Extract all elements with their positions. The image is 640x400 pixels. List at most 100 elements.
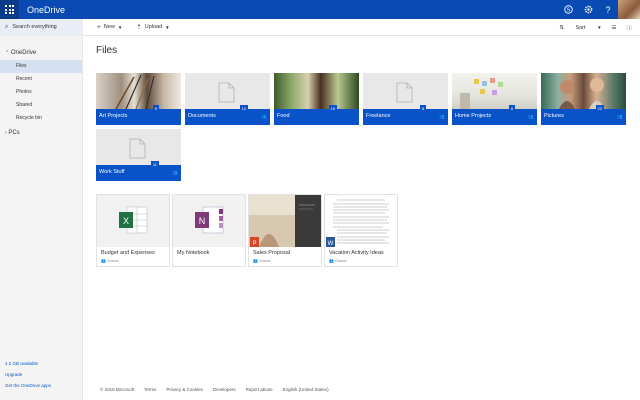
item-count-badge: 22 (595, 105, 604, 112)
developers-link[interactable]: Developers (213, 387, 236, 392)
svg-text:N: N (199, 216, 206, 226)
sidebar: ⌃ OneDrive Files Recent Photos Shared Re… (0, 36, 83, 400)
help-icon[interactable]: ? (598, 0, 618, 19)
chevron-down-icon: ▼ (165, 24, 170, 30)
item-count-badge: 8 (508, 105, 515, 112)
file-name: My Notebook (177, 250, 210, 256)
page-title: Files (96, 45, 118, 56)
folder-name: Freelance (366, 113, 391, 119)
sidebar-item-recycle-bin[interactable]: Recycle bin (0, 112, 82, 125)
folder-tile-art-projects[interactable]: 9 Art Projects (96, 73, 181, 125)
folder-tile-work-stuff[interactable]: 11 Work Stuff 👥 (96, 129, 181, 181)
language-link[interactable]: English (United States) (283, 387, 329, 392)
avatar[interactable] (618, 0, 640, 19)
onenote-icon: N (195, 206, 224, 234)
file-tile-my-notebook[interactable]: N My Notebook (172, 194, 246, 267)
upload-button[interactable]: ⇡ Upload ▼ (136, 23, 169, 31)
main-content: Files 9 Art Projects 10 Documents 👥 16 F… (84, 36, 640, 400)
people-icon: 👥 (101, 258, 106, 263)
search-icon: ⌕ (5, 23, 9, 30)
file-owner: 👥 Owner (249, 256, 321, 263)
sidebar-item-pcs[interactable]: › PCs (0, 125, 82, 136)
folder-tile-freelance[interactable]: 5 Freelance 👥 (363, 73, 448, 125)
sidebar-heading[interactable]: ⌃ OneDrive (0, 36, 82, 56)
folder-placeholder-icon (218, 82, 235, 103)
sort-label: Sort (575, 24, 586, 31)
file-owner: 👥 Owner (325, 256, 397, 263)
folder-name: Work Stuff (99, 169, 125, 175)
folder-tile-documents[interactable]: 10 Documents 👥 (185, 73, 270, 125)
copyright-text: © 2016 Microsoft (100, 387, 135, 392)
file-name: Sales Proposal (253, 250, 290, 256)
powerpoint-icon: P (250, 237, 259, 247)
sidebar-item-shared[interactable]: Shared (0, 99, 82, 112)
folder-tile-pictures[interactable]: 22 Pictures 👥 (541, 73, 626, 125)
report-abuse-link[interactable]: Report abuse (246, 387, 273, 392)
sidebar-item-photos[interactable]: Photos (0, 86, 82, 99)
sidebar-item-recent[interactable]: Recent (0, 73, 82, 86)
top-bar: OneDrive S ? (0, 0, 640, 19)
search-placeholder: Search everything (12, 24, 57, 30)
folder-name: Food (277, 113, 290, 119)
upgrade-link[interactable]: Upgrade (5, 372, 51, 377)
shared-people-icon: 👥 (172, 170, 178, 175)
folder-placeholder-icon (396, 82, 413, 103)
app-launcher-icon[interactable] (0, 0, 19, 19)
sidebar-heading-label: OneDrive (10, 50, 37, 56)
folder-name: Home Projects (455, 113, 492, 119)
get-apps-link[interactable]: Get the OneDrive apps (5, 383, 51, 388)
folder-tile-food[interactable]: 16 Food (274, 73, 359, 125)
upload-arrow-icon: ⇡ (136, 24, 142, 31)
skype-icon[interactable]: S (558, 0, 578, 19)
storage-available-link[interactable]: 4.2 GB available (5, 361, 51, 366)
folder-thumbnail (541, 73, 626, 109)
file-tile-sales-proposal[interactable]: P Sales Proposal 👥 Owner (248, 194, 322, 267)
sort-button[interactable]: ⇅ Sort ▼ (549, 25, 601, 31)
plus-icon: + (97, 23, 101, 31)
owner-label: Owner (259, 258, 271, 263)
svg-text:W: W (328, 241, 334, 247)
chevron-down-icon: ▼ (597, 24, 602, 30)
people-icon: 👥 (329, 258, 334, 263)
word-icon: W (326, 237, 335, 247)
excel-icon: X (119, 206, 148, 234)
sidebar-item-files[interactable]: Files (0, 60, 82, 73)
pcs-label: PCs (8, 130, 20, 136)
file-thumbnail: W (325, 195, 397, 247)
privacy-link[interactable]: Privacy & Cookies (166, 387, 203, 392)
settings-gear-icon[interactable] (578, 0, 598, 19)
folder-name: Pictures (544, 113, 564, 119)
item-count-badge: 5 (419, 105, 426, 112)
new-label: New (103, 24, 115, 30)
file-name: Budget and Expenses (101, 250, 155, 256)
info-icon[interactable]: ⓘ (626, 24, 632, 32)
file-thumbnail: X (97, 195, 169, 247)
collapse-chevron-icon: ⌃ (5, 50, 10, 56)
search-input[interactable]: ⌕ Search everything (0, 18, 83, 36)
app-title[interactable]: OneDrive (27, 5, 65, 15)
file-tile-budget-and-expenses[interactable]: X Budget and Expenses 👥 Owner (96, 194, 170, 267)
footer: © 2016 Microsoft Terms Privacy & Cookies… (100, 387, 339, 392)
folder-tile-home-projects[interactable]: 8 Home Projects 👥 (452, 73, 537, 125)
shared-people-icon: 👥 (261, 114, 267, 119)
folder-thumbnail (96, 73, 181, 110)
list-view-icon[interactable]: ☰ (612, 25, 617, 31)
folder-thumbnail (274, 73, 359, 109)
expand-chevron-icon: › (5, 130, 7, 136)
new-button[interactable]: + New ▼ (97, 24, 122, 31)
file-tile-vacation-activity-ideas[interactable]: W Vacation Activity Ideas 👥 Owner (324, 194, 398, 267)
folder-name: Documents (188, 113, 216, 119)
folder-placeholder-icon (129, 138, 146, 159)
upload-label: Upload (144, 24, 163, 30)
file-thumbnail: N (173, 195, 245, 247)
terms-link[interactable]: Terms (144, 387, 156, 392)
owner-label: Owner (335, 258, 347, 263)
file-thumbnail: P (249, 195, 321, 247)
item-count-badge: 9 (152, 105, 159, 112)
folder-thumbnail (452, 73, 537, 109)
people-icon: 👥 (253, 258, 258, 263)
item-count-badge: 16 (328, 105, 337, 112)
sort-icon: ⇅ (559, 24, 564, 31)
item-count-badge: 11 (150, 161, 159, 168)
file-name: Vacation Activity Ideas (329, 250, 384, 256)
